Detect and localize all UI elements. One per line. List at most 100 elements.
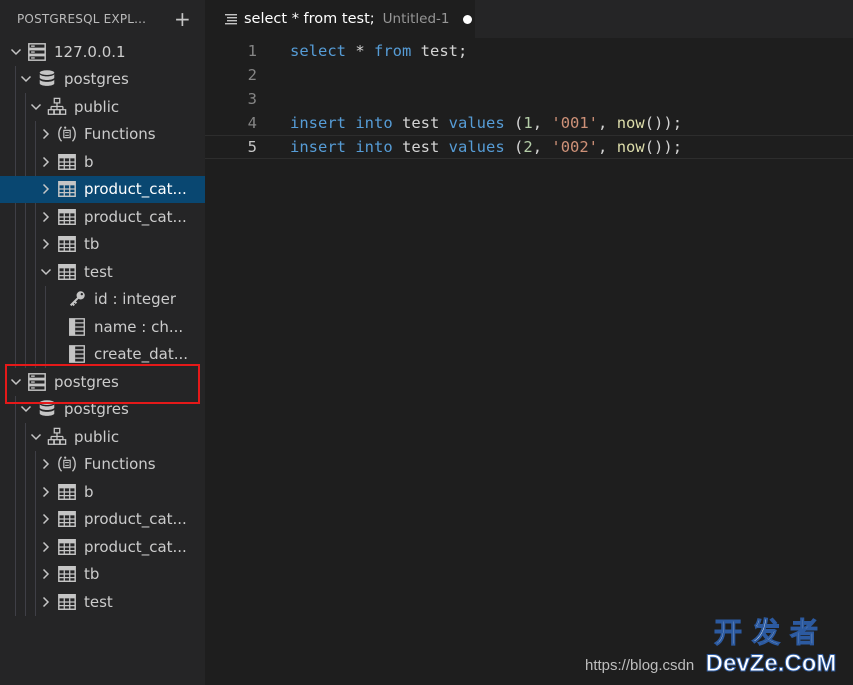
unsaved-dot-icon[interactable] bbox=[462, 14, 472, 24]
code-editor[interactable]: 1 select * from test; 2 3 4 insert into test … bbox=[205, 38, 853, 685]
tree-item[interactable]: product_cat... bbox=[0, 203, 205, 231]
tree-item[interactable]: public bbox=[0, 93, 205, 121]
tree-item[interactable]: postgres bbox=[0, 65, 205, 93]
chevron-down-icon[interactable] bbox=[10, 376, 22, 388]
code-token: '001' bbox=[551, 114, 599, 132]
tree-item[interactable]: test bbox=[0, 588, 205, 616]
code-line[interactable]: 4 insert into test values (1, '001', now(… bbox=[205, 111, 853, 135]
code-token: ()); bbox=[644, 114, 683, 132]
chevron-right-icon[interactable] bbox=[40, 541, 52, 553]
indent-guide bbox=[25, 560, 26, 588]
tree-item[interactable]: public bbox=[0, 423, 205, 451]
tree-item[interactable]: tb bbox=[0, 560, 205, 588]
line-number: 3 bbox=[247, 90, 257, 108]
tree-item[interactable]: postgres bbox=[0, 368, 205, 396]
tree-item[interactable]: Functions bbox=[0, 450, 205, 478]
code-token: insert bbox=[290, 114, 346, 132]
sidebar-title: POSTGRESQL EXPL... bbox=[17, 12, 147, 26]
editor-tab[interactable]: select * from test; Untitled-1 bbox=[205, 0, 475, 38]
chevron-down-icon[interactable] bbox=[10, 46, 22, 58]
tree-item-icon bbox=[66, 344, 88, 364]
indent-guide bbox=[25, 120, 26, 148]
twistie[interactable] bbox=[36, 454, 56, 474]
code-line[interactable]: 1 select * from test; bbox=[205, 39, 853, 63]
tree-item[interactable]: Functions bbox=[0, 120, 205, 148]
tree-item[interactable]: create_dat... bbox=[0, 340, 205, 368]
chevron-right-icon[interactable] bbox=[40, 211, 52, 223]
chevron-right-icon[interactable] bbox=[40, 486, 52, 498]
twistie[interactable] bbox=[36, 262, 56, 282]
indent-guide bbox=[35, 505, 36, 533]
twistie[interactable] bbox=[36, 152, 56, 172]
indent-guide bbox=[15, 203, 16, 231]
chevron-right-icon[interactable] bbox=[40, 596, 52, 608]
tab-title: select * from test; bbox=[244, 11, 375, 27]
chevron-down-icon[interactable] bbox=[20, 403, 32, 415]
watermark-logo: 开发者 DevZe.CoM bbox=[696, 616, 846, 680]
tree-item[interactable]: 127.0.0.1 bbox=[0, 38, 205, 66]
code-token: values bbox=[448, 114, 505, 132]
twistie[interactable] bbox=[26, 427, 46, 447]
indent-guide bbox=[15, 450, 16, 478]
chevron-down-icon[interactable] bbox=[30, 101, 42, 113]
code-token: , bbox=[598, 114, 617, 132]
indent-guide bbox=[15, 258, 16, 286]
code-line[interactable]: 2 bbox=[205, 63, 853, 87]
tree-item-label: 127.0.0.1 bbox=[54, 42, 126, 61]
chevron-right-icon[interactable] bbox=[40, 156, 52, 168]
chevron-right-icon[interactable] bbox=[40, 513, 52, 525]
twistie[interactable] bbox=[16, 69, 36, 89]
tree-item[interactable]: tb bbox=[0, 230, 205, 258]
code-token: 2 bbox=[523, 138, 533, 156]
twistie[interactable] bbox=[36, 124, 56, 144]
chevron-right-icon[interactable] bbox=[40, 458, 52, 470]
twistie[interactable] bbox=[36, 207, 56, 227]
twistie[interactable] bbox=[36, 179, 56, 199]
chevron-right-icon[interactable] bbox=[40, 568, 52, 580]
add-connection-button[interactable]: + bbox=[174, 9, 191, 29]
twistie[interactable] bbox=[36, 234, 56, 254]
code-token: into bbox=[355, 114, 393, 132]
chevron-right-icon[interactable] bbox=[40, 183, 52, 195]
twistie[interactable] bbox=[16, 399, 36, 419]
tree-item[interactable]: name : ch... bbox=[0, 313, 205, 341]
twistie[interactable] bbox=[36, 482, 56, 502]
tab-bar: select * from test; Untitled-1 bbox=[205, 0, 853, 38]
indent-guide bbox=[15, 505, 16, 533]
chevron-right-icon[interactable] bbox=[40, 238, 52, 250]
chevron-down-icon[interactable] bbox=[40, 266, 52, 278]
indent-guide bbox=[15, 423, 16, 451]
indent-guide bbox=[35, 230, 36, 258]
indent-guide bbox=[15, 93, 16, 121]
indent-guide bbox=[25, 258, 26, 286]
tree-item[interactable]: postgres bbox=[0, 395, 205, 423]
tree-item[interactable]: b bbox=[0, 148, 205, 176]
indent-guide bbox=[35, 560, 36, 588]
twistie[interactable] bbox=[36, 509, 56, 529]
key-icon bbox=[69, 291, 85, 307]
chevron-down-icon[interactable] bbox=[20, 73, 32, 85]
server-icon bbox=[28, 372, 46, 391]
tree-item-icon bbox=[36, 69, 58, 89]
tree-item[interactable]: product_cat... bbox=[0, 533, 205, 561]
tree-item[interactable]: product_cat... bbox=[0, 175, 205, 203]
twistie[interactable] bbox=[36, 537, 56, 557]
twistie[interactable] bbox=[6, 372, 26, 392]
tree-item[interactable]: test bbox=[0, 258, 205, 286]
table-icon bbox=[58, 483, 76, 500]
indent-guide bbox=[15, 230, 16, 258]
chevron-down-icon[interactable] bbox=[30, 431, 42, 443]
tree-item[interactable]: b bbox=[0, 478, 205, 506]
line-number: 5 bbox=[247, 138, 257, 156]
tree-item[interactable]: product_cat... bbox=[0, 505, 205, 533]
code-line[interactable]: 5 insert into test values (2, '002', now(… bbox=[205, 135, 853, 159]
twistie[interactable] bbox=[6, 42, 26, 62]
chevron-right-icon[interactable] bbox=[40, 128, 52, 140]
twistie[interactable] bbox=[36, 564, 56, 584]
twistie[interactable] bbox=[36, 592, 56, 612]
tree-item-icon bbox=[56, 564, 78, 584]
code-line[interactable]: 3 bbox=[205, 87, 853, 111]
tree-item[interactable]: id : integer bbox=[0, 285, 205, 313]
indent-guide bbox=[15, 148, 16, 176]
twistie[interactable] bbox=[26, 97, 46, 117]
